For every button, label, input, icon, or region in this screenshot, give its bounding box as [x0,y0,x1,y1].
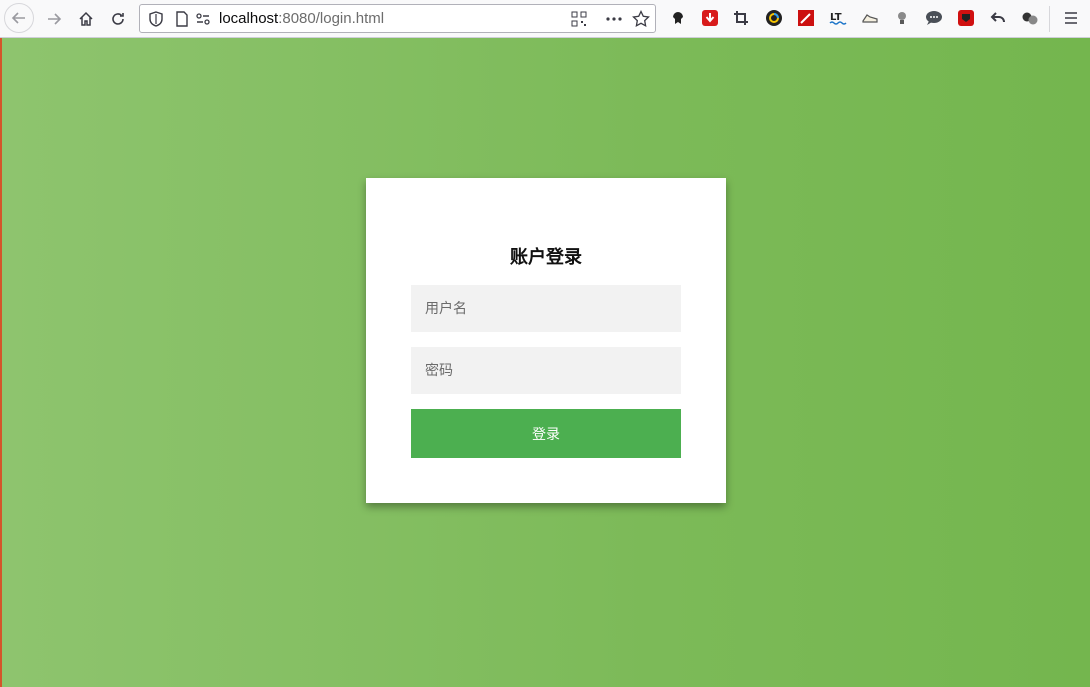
toolbar-divider [1049,6,1050,32]
qr-code-icon[interactable] [569,9,589,29]
chat-bubble-icon[interactable] [924,8,944,28]
forward-button[interactable] [40,5,68,33]
login-title: 账户登录 [510,247,582,268]
url-path: :8080/login.html [278,10,385,27]
hamburger-menu-icon[interactable] [1061,8,1081,28]
shield-icon[interactable] [146,9,166,29]
red-save-icon[interactable] [956,8,976,28]
balls-icon[interactable] [1020,8,1040,28]
home-button[interactable] [72,5,100,33]
magic-wand-icon[interactable] [796,8,816,28]
url-text: localhost:8080/login.html [219,10,384,27]
arrow-left-icon [11,12,25,24]
page-icon[interactable] [172,9,192,29]
crop-icon[interactable] [731,8,751,28]
reload-button[interactable] [104,5,132,33]
back-button[interactable] [4,3,34,33]
download-icon[interactable] [700,8,720,28]
username-input[interactable] [411,285,681,332]
lightbulb-icon[interactable] [892,8,912,28]
browser-toolbar: localhost:8080/login.html LT [0,0,1090,38]
languagetool-icon[interactable]: LT [828,8,848,28]
password-input[interactable] [411,347,681,394]
address-bar[interactable]: localhost:8080/login.html [139,4,656,33]
url-host: localhost [219,10,279,27]
ghost-icon[interactable] [668,8,688,28]
home-icon [79,11,93,26]
color-wheel-icon[interactable] [764,8,784,28]
reload-icon [112,13,124,25]
permissions-icon[interactable] [193,9,213,29]
sneaker-icon[interactable] [860,8,880,28]
bookmark-star-icon[interactable] [631,9,651,29]
undo-arrow-icon[interactable] [988,8,1008,28]
arrow-right-icon [48,13,62,25]
login-button[interactable]: 登录 [411,409,681,458]
login-card: 账户登录 登录 [366,178,726,503]
more-actions-icon[interactable] [604,9,624,29]
